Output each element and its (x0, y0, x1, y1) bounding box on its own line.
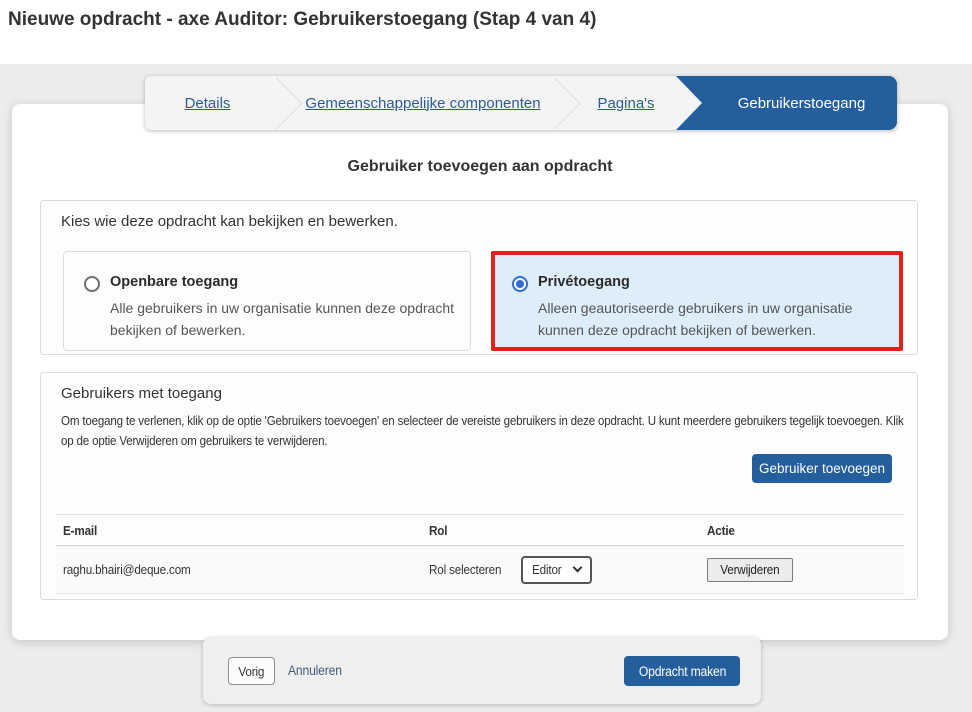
footer-action-bar: Vorig Annuleren Opdracht maken (203, 637, 761, 704)
radio-private-access[interactable] (512, 276, 528, 292)
chevron-right-separator-icon (548, 76, 576, 130)
option-public-access[interactable]: Openbare toegang Alle gebruikers in uw o… (63, 251, 471, 351)
wizard-step-user-access-label: Gebruikerstoegang (737, 94, 866, 112)
option-public-title: Openbare toegang (110, 274, 239, 290)
role-selected-value: Editor (532, 561, 562, 577)
users-table-header-row: E-mail Rol Actie (56, 514, 904, 546)
header-action: Actie (707, 522, 735, 538)
wizard-step-common-components-link[interactable]: Gemeenschappelijke componenten (305, 95, 540, 112)
user-role-cell: Rol selecteren Editor (429, 555, 707, 584)
role-select-label: Rol selecteren (429, 562, 502, 577)
add-user-button[interactable]: Gebruiker toevoegen (752, 454, 892, 483)
page-title: Nieuwe opdracht - axe Auditor: Gebruiker… (8, 9, 597, 30)
user-action-cell: Verwijderen (707, 557, 904, 582)
users-section-label: Gebruikers met toegang (61, 385, 222, 402)
main-card: Gebruiker toevoegen aan opdracht Kies wi… (12, 104, 948, 640)
wizard-step-pages[interactable]: Pagina's (576, 76, 676, 130)
option-private-description: Alleen geautoriseerde gebruikers in uw o… (538, 300, 853, 338)
header-email: E-mail (63, 522, 98, 538)
page-header: Nieuwe opdracht - axe Auditor: Gebruiker… (0, 0, 972, 64)
wizard-step-common-components[interactable]: Gemeenschappelijke componenten (298, 76, 548, 130)
option-private-access-highlighted[interactable]: Privétoegang Alleen geautoriseerde gebru… (491, 251, 903, 351)
main-heading: Gebruiker toevoegen aan opdracht (347, 158, 613, 175)
users-with-access-section: Gebruikers met toegang Om toegang te ver… (40, 372, 918, 600)
wizard-step-details-link[interactable]: Details (185, 95, 231, 112)
cancel-link[interactable]: Annuleren (288, 663, 348, 678)
access-section-label: Kies wie deze opdracht kan bekijken en b… (61, 213, 398, 230)
wizard-step-pages-link[interactable]: Pagina's (597, 95, 654, 112)
wizard-step-user-access-active: Gebruikerstoegang (676, 76, 897, 130)
users-table: E-mail Rol Actie raghu.bhairi@deque.com … (56, 514, 904, 594)
header-role: Rol (429, 522, 448, 538)
wizard-step-bar: Details Gemeenschappelijke componenten P… (145, 76, 897, 130)
option-private-title: Privétoegang (538, 274, 630, 290)
role-select-dropdown[interactable]: Editor (521, 555, 593, 584)
radio-public-access[interactable] (84, 276, 100, 292)
remove-user-button[interactable]: Verwijderen (707, 557, 793, 582)
chevron-down-icon (572, 562, 583, 573)
user-email-cell: raghu.bhairi@deque.com (63, 562, 191, 577)
create-assignment-button[interactable]: Opdracht maken (624, 656, 740, 686)
access-choice-section: Kies wie deze opdracht kan bekijken en b… (40, 200, 918, 355)
users-section-description: Om toegang te verlenen, klik op de optie… (61, 413, 904, 448)
previous-button[interactable]: Vorig (228, 657, 275, 685)
option-public-description: Alle gebruikers in uw organisatie kunnen… (110, 300, 454, 338)
chevron-right-separator-icon (270, 76, 298, 130)
table-row: raghu.bhairi@deque.com Rol selecteren Ed… (56, 546, 904, 594)
